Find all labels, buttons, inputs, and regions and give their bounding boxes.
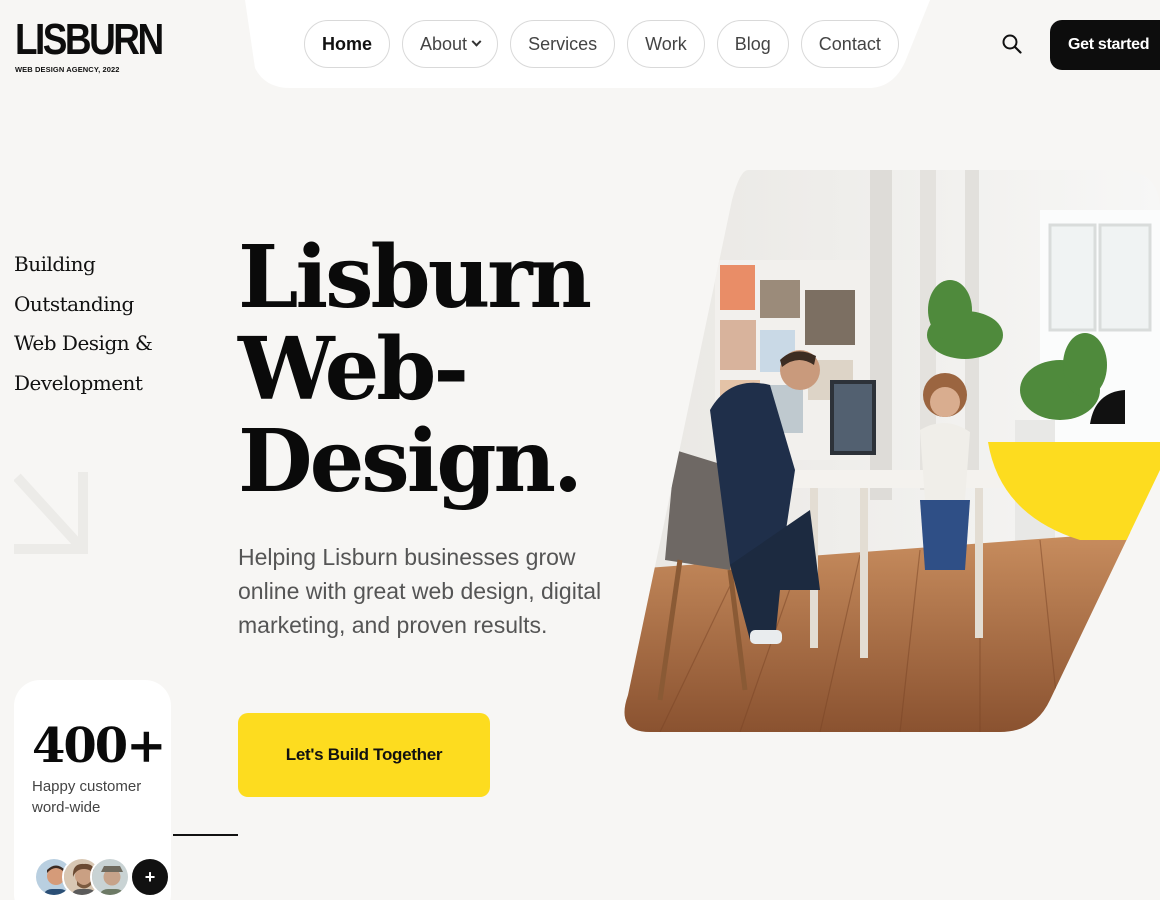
headline-line: Web-: [238, 319, 469, 420]
hero-office-image: [624, 170, 1160, 732]
nav-item-services[interactable]: Services: [510, 20, 616, 68]
arrow-down-right-icon: [14, 472, 88, 554]
tagline-line: Building: [14, 252, 96, 276]
tagline-line: Web Design &: [14, 331, 153, 355]
main-nav: Home About Services Work Blog Contact: [304, 20, 899, 68]
nav-item-about[interactable]: About: [402, 20, 499, 68]
brand-subtitle: WEB DESIGN AGENCY, 2022: [15, 65, 120, 74]
chevron-down-icon: [471, 36, 482, 47]
nav-item-label: Contact: [818, 33, 881, 54]
stats-number: 400+: [32, 718, 166, 774]
stats-label: Happy customer word-wide: [32, 778, 142, 816]
headline-line: Lisburn: [238, 227, 592, 328]
hero-headline: Lisburn Web- Design.: [238, 227, 592, 512]
nav-item-label: Home: [322, 33, 373, 54]
search-icon[interactable]: [1001, 33, 1023, 55]
divider-line: [173, 834, 238, 836]
stats-card: 400+ Happy customer word-wide +: [14, 680, 171, 900]
brand-logo[interactable]: LISBURN WEB DESIGN AGENCY, 2022: [15, 15, 190, 75]
nav-item-label: Blog: [734, 33, 771, 54]
nav-item-blog[interactable]: Blog: [716, 20, 789, 68]
nav-item-work[interactable]: Work: [627, 20, 705, 68]
tagline-line: Outstanding: [14, 291, 134, 316]
hero-subtext: Helping Lisburn businesses grow online w…: [238, 544, 602, 638]
get-started-button[interactable]: Get started: [1050, 20, 1160, 70]
lets-build-together-button[interactable]: Let's Build Together: [238, 713, 490, 797]
nav-item-label: Services: [528, 33, 598, 54]
nav-item-contact[interactable]: Contact: [800, 20, 899, 68]
nav-item-label: About: [420, 33, 468, 54]
nav-item-home[interactable]: Home: [304, 20, 391, 68]
avatar: [90, 857, 130, 897]
brand-name: LISBURN: [15, 15, 164, 64]
nav-item-label: Work: [645, 33, 687, 54]
more-avatars-button[interactable]: +: [130, 857, 170, 897]
hero-tagline: Building Outstanding Web Design & Develo…: [14, 245, 174, 403]
headline-line: Design.: [238, 411, 583, 512]
avatar-group: +: [34, 857, 170, 900]
tagline-line: Development: [14, 370, 143, 395]
